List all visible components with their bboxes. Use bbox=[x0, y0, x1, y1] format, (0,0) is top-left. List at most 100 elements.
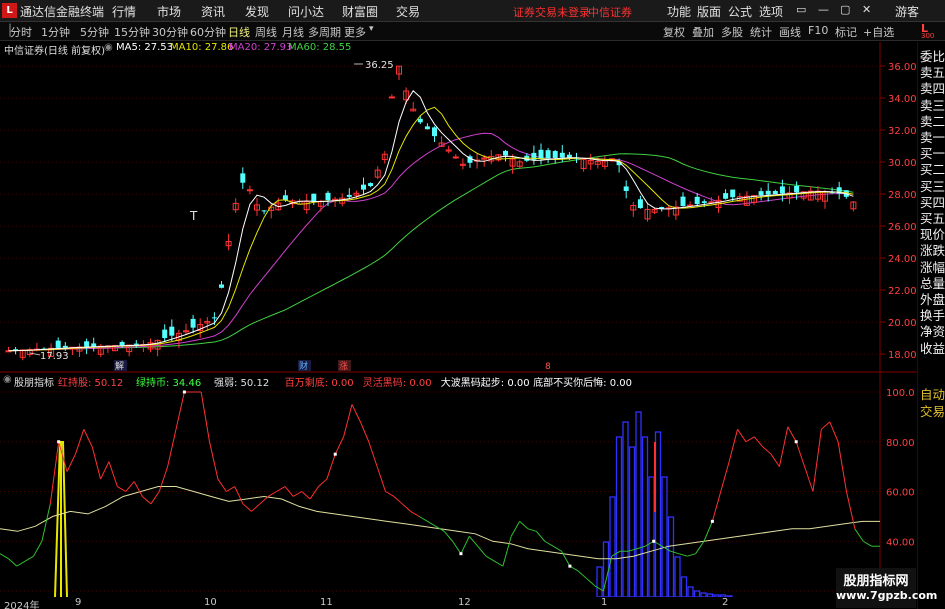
signal-dot bbox=[710, 519, 714, 523]
more-chevron-down-icon[interactable]: ▾ bbox=[369, 24, 374, 34]
right-panel-item-18[interactable]: 收益 bbox=[920, 338, 945, 357]
minimize-to-tray-icon[interactable]: ▭ bbox=[796, 3, 806, 16]
menu-news[interactable]: 资讯 bbox=[201, 3, 225, 20]
period-weekly[interactable]: 周线 bbox=[255, 24, 277, 40]
menu-function[interactable]: 功能 bbox=[667, 3, 691, 20]
menu-layout[interactable]: 版面 bbox=[697, 3, 721, 20]
oscillator-segment bbox=[125, 481, 135, 492]
period-15min[interactable]: 15分钟 bbox=[114, 24, 150, 40]
oscillator-segment bbox=[385, 491, 395, 497]
candle-body bbox=[545, 150, 551, 159]
oscillator-segment bbox=[720, 461, 730, 492]
menu-quotes[interactable]: 行情 bbox=[112, 3, 136, 20]
menu-formula[interactable]: 公式 bbox=[728, 3, 752, 20]
oscillator-segment bbox=[753, 436, 764, 448]
oscillator-segment bbox=[561, 550, 571, 567]
ma20-line bbox=[8, 132, 854, 352]
period-5min[interactable]: 5分钟 bbox=[80, 24, 109, 40]
low-annotation: 17.93 bbox=[40, 351, 69, 362]
oscillator-segment bbox=[678, 553, 688, 557]
oscillator-segment bbox=[167, 429, 177, 467]
oscillator-segment bbox=[334, 436, 345, 455]
oscillator-segment bbox=[703, 521, 713, 542]
signal-dot bbox=[459, 552, 463, 556]
indicator-value-6: 底部不买你后悔: 0.00 bbox=[533, 378, 633, 389]
oscillator-segment bbox=[510, 521, 521, 537]
signal-dot bbox=[57, 440, 61, 444]
indicator-axis: 100.080.0060.0040.0020.0014:5614:5614:56… bbox=[886, 388, 915, 597]
menu-bar: L 通达信金融终端 行情 市场 资讯 发现 问小达 财富圈 交易 证券交易未登录… bbox=[0, 0, 945, 22]
user-guest[interactable]: 游客 bbox=[895, 3, 919, 20]
oscillator-segment bbox=[226, 486, 235, 492]
oscillator-segment bbox=[778, 426, 789, 467]
menu-trade[interactable]: 交易 bbox=[396, 3, 420, 20]
oscillator-segment bbox=[829, 421, 839, 442]
indicator-name[interactable]: 股朋指标 bbox=[14, 374, 54, 389]
tool-mark[interactable]: 标记 bbox=[835, 24, 857, 40]
candle-body bbox=[772, 191, 778, 195]
oscillator-segment bbox=[586, 578, 596, 587]
ma5-polyline bbox=[8, 90, 854, 352]
oscillator-segment bbox=[418, 515, 428, 522]
period-intraday[interactable]: 分时 bbox=[10, 24, 32, 40]
login-notice[interactable]: 证券交易未登录 bbox=[513, 4, 590, 20]
period-monthly[interactable]: 月线 bbox=[282, 24, 304, 40]
right-panel-bottom-item-1[interactable]: 交易 bbox=[920, 401, 945, 420]
tool-multi-stock[interactable]: 多股 bbox=[721, 24, 743, 40]
close-icon[interactable]: ✕ bbox=[862, 3, 871, 16]
candle-body bbox=[368, 183, 374, 186]
menu-discover[interactable]: 发现 bbox=[245, 3, 269, 20]
period-daily[interactable]: 日线 bbox=[228, 24, 250, 40]
oscillator-segment bbox=[443, 530, 453, 542]
menu-options[interactable]: 选项 bbox=[759, 3, 783, 20]
oscillator-segment bbox=[737, 429, 747, 443]
indicator-settings-icon[interactable]: ◉ bbox=[3, 374, 12, 385]
candle-body bbox=[538, 149, 544, 159]
signal-dot bbox=[568, 564, 572, 568]
oscillator-segment bbox=[117, 486, 126, 492]
indicator-axis-label: 100.0 bbox=[886, 388, 915, 399]
blue-bar bbox=[654, 431, 662, 597]
period-multi[interactable]: 多周期 bbox=[308, 24, 341, 40]
indicator-value-1: 绿持币: 34.46 bbox=[136, 378, 202, 389]
tool-stats[interactable]: 统计 bbox=[750, 24, 772, 40]
indicator-axis-label: 40.00 bbox=[886, 537, 915, 548]
candle-body bbox=[552, 151, 558, 158]
menu-wealth[interactable]: 财富圈 bbox=[342, 3, 378, 20]
oscillator-segment bbox=[837, 441, 847, 492]
period-60min[interactable]: 60分钟 bbox=[190, 24, 226, 40]
oscillator-segment bbox=[376, 466, 386, 492]
oscillator-segment bbox=[527, 528, 537, 532]
ma60-polyline bbox=[8, 153, 854, 352]
date-label-jan: 1 bbox=[601, 597, 608, 608]
candle-body bbox=[346, 194, 352, 197]
period-more[interactable]: 更多 bbox=[344, 24, 366, 40]
tool-f10[interactable]: F10 bbox=[808, 24, 828, 37]
minimize-icon[interactable]: — bbox=[818, 3, 829, 16]
tool-adjust[interactable]: 复权 bbox=[663, 24, 685, 40]
tool-overlay[interactable]: 叠加 bbox=[692, 24, 714, 40]
candle-body bbox=[84, 341, 90, 347]
menu-ask[interactable]: 问小达 bbox=[288, 3, 324, 20]
candle-body bbox=[361, 184, 366, 190]
signal-dot bbox=[333, 452, 337, 456]
right-quote-panel: 委比 卖五 卖四 卖三 卖二 卖一 买一 买二 买三 买四 买五 现价 涨跌 涨幅 总量 外盘 换手 净资 收益 自动… bbox=[917, 42, 945, 609]
signal-dot bbox=[182, 390, 186, 394]
date-axis: 2024年 9 10 11 12 1 2 bbox=[0, 597, 880, 609]
candle-body bbox=[758, 191, 764, 196]
candle-body bbox=[623, 186, 629, 191]
tool-draw[interactable]: 画线 bbox=[779, 24, 801, 40]
oscillator-segment bbox=[544, 540, 554, 547]
menu-market[interactable]: 市场 bbox=[157, 3, 181, 20]
maximize-icon[interactable]: ▢ bbox=[840, 3, 850, 16]
period-30min[interactable]: 30分钟 bbox=[152, 24, 188, 40]
tool-add-watchlist[interactable]: +自选 bbox=[863, 24, 894, 40]
date-label-oct: 10 bbox=[204, 597, 217, 608]
corner-badge-sub: 300 bbox=[921, 32, 935, 40]
period-1min[interactable]: 1分钟 bbox=[41, 24, 70, 40]
candle-body bbox=[424, 126, 430, 130]
blue-bar bbox=[615, 436, 623, 597]
candle-body bbox=[219, 284, 224, 288]
oscillator-segment bbox=[519, 520, 529, 530]
candlesticks bbox=[5, 65, 857, 361]
